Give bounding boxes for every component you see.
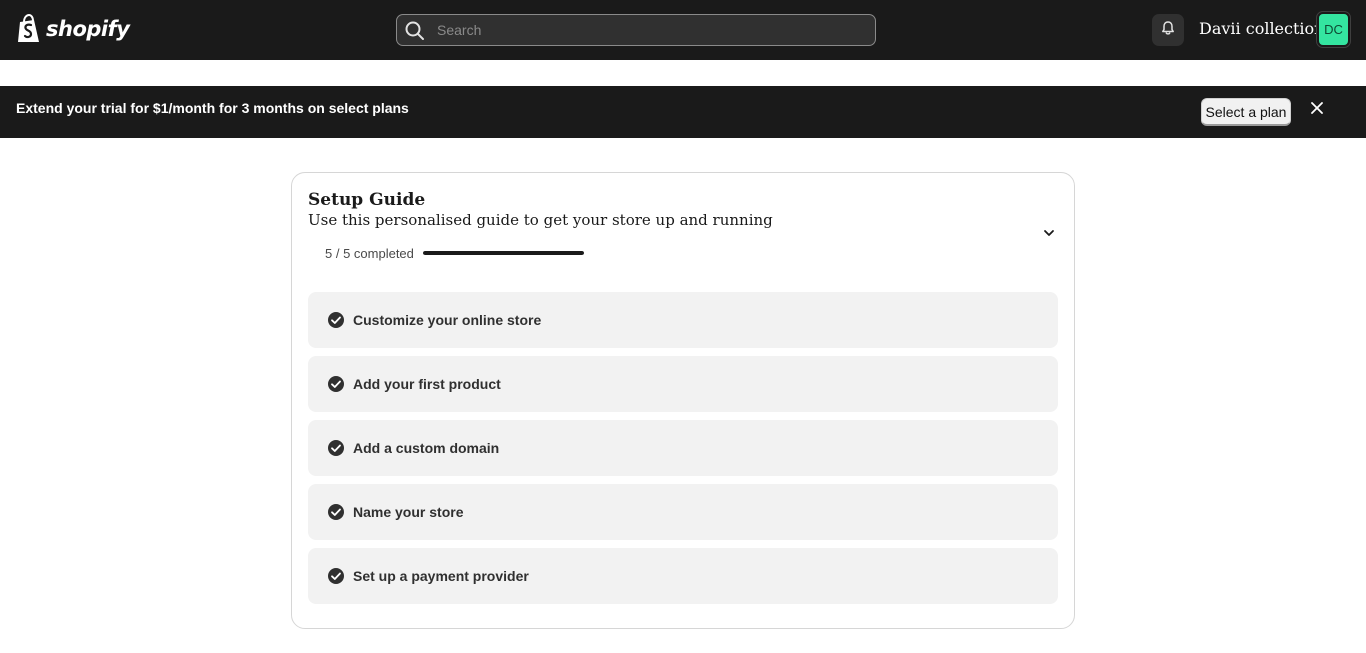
task-label: Name your store: [353, 504, 464, 520]
setup-guide-card: Setup Guide Use this personalised guide …: [291, 172, 1075, 629]
task-payment-provider[interactable]: Set up a payment provider: [308, 548, 1058, 604]
task-customize-store[interactable]: Customize your online store: [308, 292, 1058, 348]
shopify-bag-icon: [16, 14, 42, 44]
task-label: Add a custom domain: [353, 440, 500, 456]
setup-guide-title: Setup Guide: [308, 190, 426, 210]
banner-text: Extend your trial for $1/month for 3 mon…: [16, 100, 409, 116]
check-circle-icon: [327, 311, 345, 329]
dismiss-banner-button[interactable]: [1305, 98, 1329, 122]
search-input[interactable]: [437, 15, 867, 45]
task-add-product[interactable]: Add your first product: [308, 356, 1058, 412]
check-circle-icon: [327, 375, 345, 393]
search-icon: [405, 21, 425, 46]
setup-guide-subtitle: Use this personalised guide to get your …: [308, 211, 773, 229]
task-label: Add your first product: [353, 376, 501, 392]
top-bar: shopify Davii collections DC: [0, 0, 1366, 60]
collapse-guide-button[interactable]: [1039, 223, 1059, 243]
check-circle-icon: [327, 503, 345, 521]
select-plan-button[interactable]: Select a plan: [1201, 98, 1291, 126]
shopify-logo[interactable]: shopify: [16, 14, 130, 44]
chevron-down-icon: [1043, 224, 1055, 242]
close-icon: [1311, 101, 1323, 119]
search-bar[interactable]: [396, 14, 876, 46]
task-label: Set up a payment provider: [353, 568, 529, 584]
progress-bar-fill: [423, 251, 584, 255]
store-name[interactable]: Davii collections: [1199, 19, 1333, 38]
progress-text: 5 / 5 completed: [325, 246, 414, 261]
task-label: Customize your online store: [353, 312, 542, 328]
notifications-button[interactable]: [1152, 14, 1184, 46]
bell-icon: [1160, 20, 1176, 41]
progress-bar: [423, 251, 584, 255]
check-circle-icon: [327, 439, 345, 457]
avatar[interactable]: DC: [1316, 11, 1351, 48]
task-custom-domain[interactable]: Add a custom domain: [308, 420, 1058, 476]
check-circle-icon: [327, 567, 345, 585]
task-name-store[interactable]: Name your store: [308, 484, 1058, 540]
logo-text: shopify: [46, 17, 130, 41]
trial-banner: Extend your trial for $1/month for 3 mon…: [0, 86, 1366, 138]
